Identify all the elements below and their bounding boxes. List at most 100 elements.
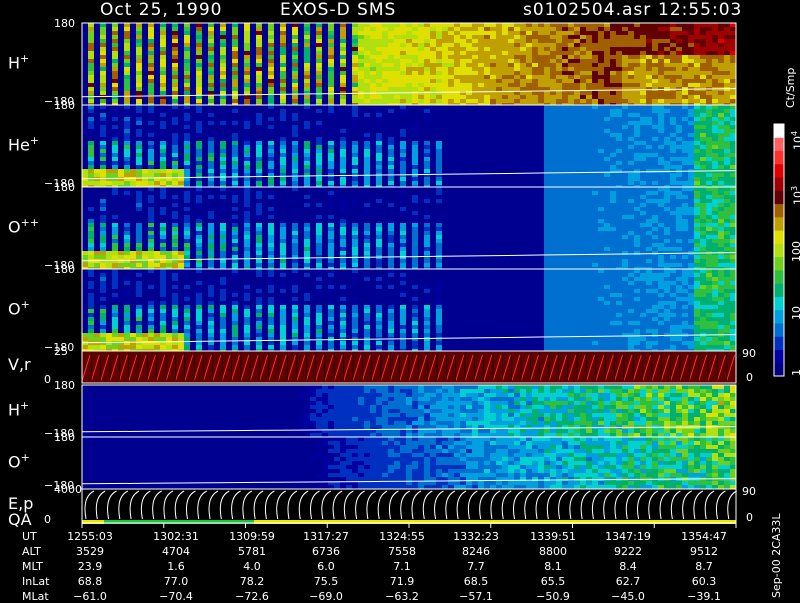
heatmap-cell [160, 35, 166, 39]
heatmap-cell [376, 51, 382, 55]
heatmap-cell [502, 59, 508, 63]
heatmap-cell [634, 83, 640, 87]
heatmap-cell [328, 133, 334, 137]
heatmap-cell [586, 309, 592, 313]
heatmap-cell [586, 27, 592, 31]
heatmap-cell [652, 109, 658, 113]
heatmap-cell [502, 51, 508, 55]
heatmap-cell [220, 317, 226, 321]
heatmap-cell [184, 247, 190, 251]
heatmap-cell [196, 23, 202, 27]
heatmap-cell [628, 35, 634, 39]
heatmap-cell [592, 91, 598, 95]
heatmap-cell [568, 239, 574, 243]
heatmap-cell [148, 71, 154, 75]
heatmap-cell [142, 345, 148, 349]
heatmap-cell [694, 99, 700, 103]
heatmap-cell [682, 39, 688, 43]
heatmap-cell [574, 317, 580, 321]
heatmap-cell [454, 87, 460, 91]
heatmap-cell [376, 345, 382, 349]
heatmap-cell [718, 145, 724, 149]
heatmap-cell [400, 235, 406, 239]
heatmap-cell [556, 313, 562, 317]
heatmap-cell [136, 337, 142, 341]
heatmap-cell [220, 71, 226, 75]
heatmap-cell [328, 79, 334, 83]
heatmap-cell [538, 75, 544, 79]
heatmap-cell [658, 47, 664, 51]
heatmap-cell [676, 83, 682, 87]
heatmap-cell [112, 35, 118, 39]
heatmap-cell [598, 255, 604, 259]
heatmap-cell [364, 75, 370, 79]
heatmap-cell [448, 39, 454, 43]
heatmap-cell [670, 129, 676, 133]
heatmap-cell [586, 337, 592, 341]
heatmap-cell [472, 99, 478, 103]
heatmap-cell [364, 79, 370, 83]
heatmap-cell [604, 305, 610, 309]
heatmap-cell [628, 145, 634, 149]
heatmap-cell [394, 35, 400, 39]
heatmap-cell [478, 43, 484, 47]
heatmap-cell [406, 75, 412, 79]
heatmap-cell [208, 39, 214, 43]
heatmap-cell [328, 239, 334, 243]
heatmap-cell [586, 223, 592, 227]
heatmap-cell [292, 75, 298, 79]
heatmap-cell [592, 285, 598, 289]
heatmap-cell [730, 39, 736, 43]
heatmap-cell [388, 165, 394, 169]
heatmap-cell [400, 153, 406, 157]
heatmap-cell [568, 281, 574, 285]
heatmap-cell [184, 121, 190, 125]
heatmap-cell [208, 243, 214, 247]
heatmap-cell [292, 187, 298, 191]
heatmap-cell [292, 345, 298, 349]
heatmap-cell [376, 31, 382, 35]
heatmap-cell [442, 75, 448, 79]
heatmap-cell [640, 39, 646, 43]
heatmap-cell [172, 63, 178, 67]
heatmap-cell [352, 325, 358, 329]
heatmap-cell [592, 79, 598, 83]
heatmap-cell [580, 285, 586, 289]
heatmap-cell [616, 137, 622, 141]
heatmap-cell [424, 177, 430, 181]
heatmap-cell [604, 207, 610, 211]
heatmap-cell [220, 293, 226, 297]
heatmap-cell [628, 219, 634, 223]
heatmap-cell [184, 263, 190, 267]
heatmap-cell [616, 39, 622, 43]
heatmap-cell [682, 247, 688, 251]
heatmap-cell [640, 117, 646, 121]
heatmap-cell [394, 63, 400, 67]
heatmap-cell [292, 47, 298, 51]
heatmap-cell [604, 259, 610, 263]
heatmap-cell [430, 59, 436, 63]
heatmap-cell [136, 227, 142, 231]
heatmap-cell [592, 345, 598, 349]
heatmap-cell [88, 337, 94, 341]
heatmap-cell [232, 149, 238, 153]
heatmap-cell [598, 59, 604, 63]
heatmap-cell [136, 129, 142, 133]
heatmap-cell [634, 191, 640, 195]
heatmap-cell [328, 71, 334, 75]
heatmap-cell [718, 125, 724, 129]
heatmap-cell [268, 207, 274, 211]
heatmap-cell [514, 71, 520, 75]
heatmap-cell [652, 121, 658, 125]
heatmap-cell [424, 23, 430, 27]
heatmap-cell [388, 51, 394, 55]
heatmap-cell [244, 137, 250, 141]
heatmap-cell [148, 181, 154, 185]
heatmap-cell [304, 309, 310, 313]
heatmap-cell [208, 91, 214, 95]
heatmap-cell [616, 203, 622, 207]
heatmap-cell [400, 105, 406, 109]
heatmap-cell [142, 173, 148, 177]
heatmap-cell [664, 263, 670, 267]
heatmap-cell [520, 43, 526, 47]
